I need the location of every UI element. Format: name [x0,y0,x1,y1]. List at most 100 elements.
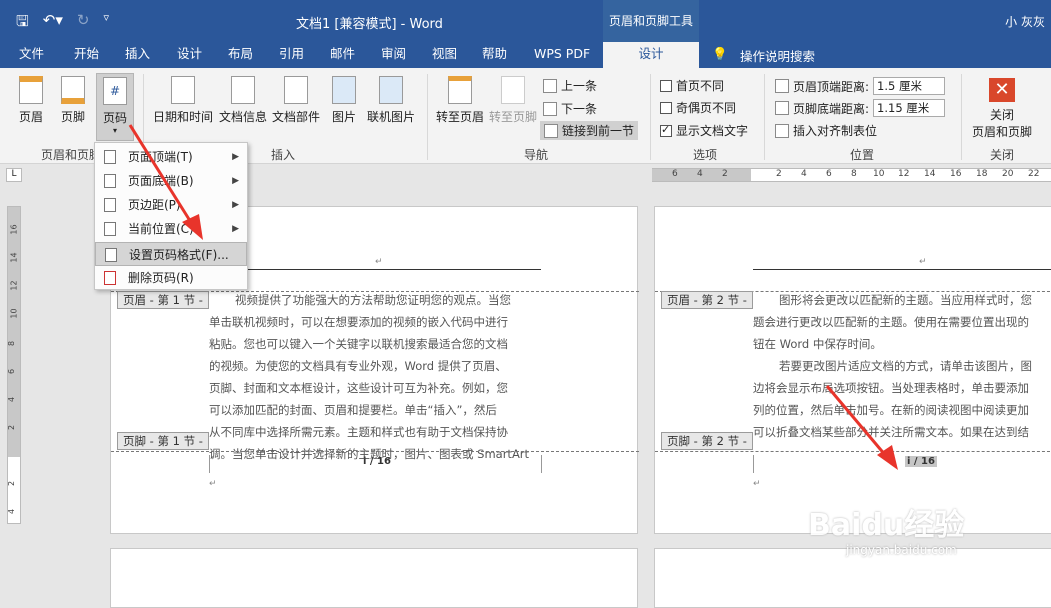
page-1-body[interactable]: 视频提供了功能强大的方法帮助您证明您的观点。当您 单击联机视频时，可以在想要添加… [209,289,543,465]
page-2[interactable]: ↵ 页眉 - 第 2 节 - 图形将会更改以匹配新的主题。当应用样式时，您 题会… [654,206,1051,534]
footer-boundary [655,451,1051,452]
menu-item-remove-page-numbers[interactable]: 删除页码(R) [95,266,247,290]
tab-header-footer-design[interactable]: 设计 [603,42,699,68]
date-time-button[interactable]: 日期和时间 [152,76,214,125]
header-top-distance-input[interactable]: 1.5 厘米 [873,77,946,95]
quick-parts-icon [284,76,308,104]
submenu-arrow-icon: ▶ [232,200,239,210]
next-label: 下一条 [561,102,598,116]
different-first-page-checkbox[interactable]: 首页不同 [660,77,724,94]
show-document-text-checkbox[interactable]: 显示文档文字 [660,122,748,139]
redo-icon[interactable]: ↻ [77,11,90,36]
body-line: 的视频。为使您的文档具有专业外观，Word 提供了页眉、 [209,359,507,373]
horizontal-ruler[interactable]: 6 4 2 2 4 6 8 10 12 14 16 18 20 22 [652,168,1051,182]
paragraph-mark: ↵ [375,257,383,267]
group-divider [650,74,651,160]
picture-button[interactable]: 图片 [328,76,360,125]
title-bar: 🖫 ↶▾ ↻ ▿ 文档1 [兼容模式] - Word 页眉和页脚工具 小 灰灰 [0,0,1051,42]
page-number-field-selected[interactable]: i / 16 [905,456,937,467]
footer-bottom-distance-input[interactable]: 1.15 厘米 [873,99,946,117]
checkbox-checked-icon [660,123,672,137]
body-line: 边将会显示布局选项按钮。当处理表格时，单击要添加 [753,381,1029,395]
menu-item-current-position[interactable]: 当前位置(C) ▶ [95,217,247,241]
group-label-insert: 插入 [271,148,296,162]
vertical-ruler[interactable]: 16 14 12 10 8 6 4 2 2 4 [7,206,21,524]
link-to-previous-button[interactable]: 链接到前一节 [540,121,639,140]
page-number-field[interactable]: i / 16 [363,456,391,467]
ruler-tick: 22 [1028,169,1040,179]
tab-help[interactable]: 帮助 [482,42,507,68]
header-button[interactable]: 页眉 [14,76,48,125]
tab-design[interactable]: 设计 [177,42,202,68]
ruler-tick: 14 [9,252,19,263]
submenu-arrow-icon: ▶ [232,224,239,234]
tab-mailings[interactable]: 邮件 [330,42,355,68]
tab-home[interactable]: 开始 [74,42,99,68]
menu-item-bottom-of-page[interactable]: 页面底端(B) ▶ [95,169,247,193]
previous-button[interactable]: 上一条 [543,77,597,94]
save-icon[interactable]: 🖫 [16,11,29,36]
page-4[interactable] [654,548,1051,608]
context-tool-label: 页眉和页脚工具 [603,0,699,42]
ribbon-tabs: 文件 开始 插入 设计 布局 引用 邮件 审阅 视图 帮助 WPS PDF 设计… [0,42,1051,68]
user-name[interactable]: 小 灰灰 [1005,13,1045,30]
picture-label: 图片 [331,110,356,124]
menu-item-top-of-page[interactable]: 页面顶端(T) ▶ [95,145,247,169]
quick-parts-button[interactable]: 文档部件 [270,76,322,125]
group-label-position: 位置 [850,148,875,162]
close-icon: ✕ [989,78,1015,102]
menu-item-label: 页边距(P) [128,198,181,212]
group-divider [961,74,962,160]
goto-header-button[interactable]: 转至页眉 [434,76,486,125]
menu-item-format-page-numbers[interactable]: 设置页码格式(F)... [95,242,247,266]
tab-layout[interactable]: 布局 [228,42,253,68]
ruler-tick: 6 [826,169,832,179]
footer-bottom-distance: 页脚底端距离: 1.15 厘米 [775,99,946,117]
ruler-tick: 8 [7,340,17,347]
tab-references[interactable]: 引用 [279,42,304,68]
menu-item-page-margins[interactable]: 页边距(P) ▶ [95,193,247,217]
body-line: 钮在 Word 中保存时间。 [753,337,882,351]
footer-section-tag: 页脚 - 第 2 节 - [661,432,753,450]
tab-view[interactable]: 视图 [432,42,457,68]
doc-info-button[interactable]: 文档信息 [217,76,269,125]
header-section-tag: 页眉 - 第 1 节 - [117,291,209,309]
customize-icon[interactable]: ▿ [103,11,109,36]
tell-me-search[interactable]: 操作说明搜索 [740,46,815,65]
paragraph-mark: ↵ [209,479,217,489]
footer-button-label: 页脚 [60,110,85,124]
link-to-previous-label: 链接到前一节 [562,124,635,138]
baidu-watermark-url: jingyan.baidu.com [846,543,957,557]
group-label-close: 关闭 [990,148,1015,162]
goto-footer-icon [501,76,525,104]
tab-insert[interactable]: 插入 [125,42,150,68]
tab-review[interactable]: 审阅 [381,42,406,68]
next-button[interactable]: 下一条 [543,100,597,117]
different-first-page-label: 首页不同 [676,79,725,93]
calendar-icon [171,76,195,104]
tab-selector[interactable]: L [6,168,22,182]
page-2-body[interactable]: 图形将会更改以匹配新的主题。当应用样式时，您 题会进行更改以匹配新的主题。使用在… [753,289,1051,443]
tab-file[interactable]: 文件 [19,42,44,68]
goto-header-label: 转至页眉 [435,110,484,124]
previous-label: 上一条 [561,79,598,93]
page-number-button[interactable]: # 页码 ▾ [96,73,134,141]
page-3[interactable] [110,548,638,608]
document-title: 文档1 [兼容模式] - Word [296,17,443,32]
alignment-tab-icon [775,123,789,138]
menu-item-label: 页面底端(B) [128,174,194,188]
chevron-down-icon: ▾ [112,126,117,135]
paragraph-mark: ↵ [919,257,927,267]
header-button-label: 页眉 [18,110,43,124]
link-icon [544,123,558,138]
close-header-footer-button[interactable]: ✕ 关闭 页眉和页脚 [968,78,1036,140]
online-picture-button[interactable]: 联机图片 [364,76,418,125]
ruler-tick: 8 [851,169,857,179]
undo-icon[interactable]: ↶▾ [43,11,63,36]
goto-footer-button[interactable]: 转至页脚 [487,76,539,125]
ruler-margin [8,207,20,457]
tab-wps-pdf[interactable]: WPS PDF [534,42,590,68]
different-odd-even-checkbox[interactable]: 奇偶页不同 [660,99,736,116]
insert-alignment-tab-button[interactable]: 插入对齐制表位 [775,122,877,139]
footer-button[interactable]: 页脚 [56,76,90,125]
